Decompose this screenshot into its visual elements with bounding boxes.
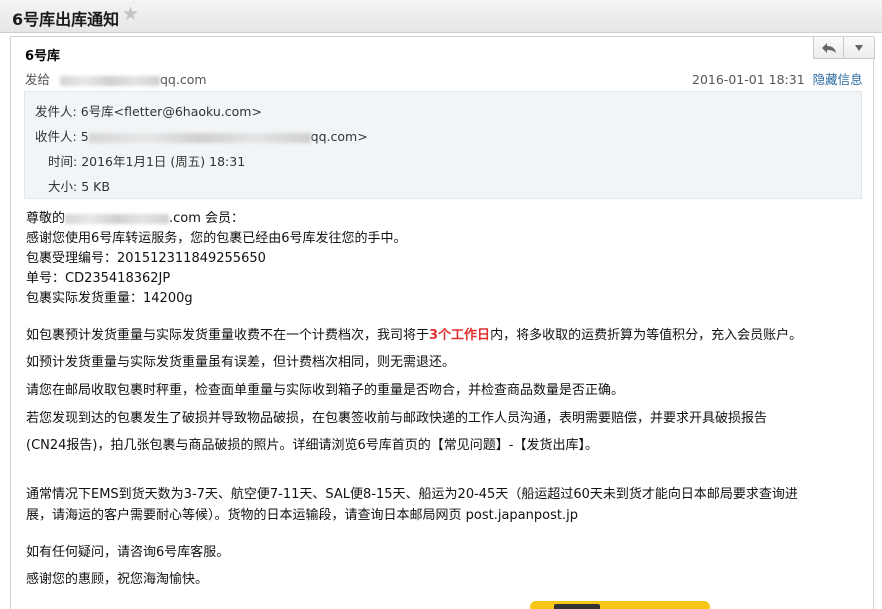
reply-icon <box>821 43 836 53</box>
body-line-2: 包裹受理编号：201512311849255650 <box>26 251 266 266</box>
body-line-4: 包裹实际发货重量：14200g <box>26 291 193 306</box>
from-row: 发件人: 6号库<fletter@6haoku.com> <box>35 101 262 120</box>
greeting: 尊敬的 .com 会员： <box>26 209 244 229</box>
time-label: 时间: <box>48 154 78 169</box>
time-row: 时间: 2016年1月1日 (周五) 18:31 <box>48 151 245 170</box>
banner-image <box>530 601 710 609</box>
mail-card: 6号库 发给 qq.com 2016-01-01 18:31 隐藏信息 发件人:… <box>10 36 875 609</box>
mail-date: 2016-01-01 18:31 <box>692 72 805 87</box>
size-row: 大小: 5 KB <box>48 176 110 195</box>
support-paragraph: 如有任何疑问，请咨询6号库客服。 <box>26 545 230 560</box>
refund-paragraph: 如包裹预计发货重量与实际发货重量收费不在一个计费档次，我司将于3个工作日内，将多… <box>26 326 802 346</box>
refund-text-b: 内，将多收取的运费折算为等值积分，充入会员账户。 <box>490 328 803 343</box>
redacted-recipient <box>88 132 311 143</box>
more-button[interactable] <box>844 37 874 59</box>
date-row: 2016-01-01 18:31 隐藏信息 <box>692 69 863 88</box>
recipient-prefix: 5 <box>80 129 89 144</box>
title-bar: 6号库出库通知 ★ <box>0 0 882 33</box>
hide-info-link[interactable]: 隐藏信息 <box>813 72 863 87</box>
shipping-paragraph-1: 通常情况下EMS到货天数为3-7天、航空便7-11天、SAL便8-15天、船运为… <box>26 487 798 502</box>
banner-image-detail <box>554 604 600 609</box>
from-value[interactable]: 6号库<fletter@6haoku.com> <box>81 104 262 119</box>
redacted-member <box>65 213 170 224</box>
body-line-3: 单号：CD235418362JP <box>26 271 171 286</box>
size-value: 5 KB <box>81 179 110 194</box>
refund-text-a: 如包裹预计发货重量与实际发货重量收费不在一个计费档次，我司将于 <box>26 328 430 343</box>
reply-button[interactable] <box>814 37 844 59</box>
no-refund-paragraph: 如预计发货重量与实际发货重量虽有误差，但计费档次相同，则无需退还。 <box>26 355 456 370</box>
mail-subject: 6号库出库通知 <box>12 10 120 29</box>
star-icon[interactable]: ★ <box>122 5 139 24</box>
from-label: 发件人: <box>35 104 77 119</box>
weigh-paragraph: 请您在邮局收取包裹时秤重，检查面单重量与实际收到箱子的重量是否吻合，并检查商品数… <box>26 383 625 398</box>
refund-highlight: 3个工作日 <box>429 328 491 343</box>
action-group <box>813 37 875 59</box>
to-details-row: 收件人: 5 qq.com> <box>35 126 368 145</box>
recipient-summary: 发给 qq.com <box>25 69 207 88</box>
size-label: 大小: <box>48 179 78 194</box>
recipient-label: 收件人: <box>35 129 77 144</box>
damage-paragraph-2: (CN24报告)，拍几张包裹与商品破损的照片。详细请浏览6号库首页的【常见问题】… <box>26 438 598 453</box>
thanks-paragraph: 感谢您的惠顾，祝您海淘愉快。 <box>26 572 209 587</box>
recipient-suffix: qq.com> <box>310 129 368 144</box>
damage-paragraph-1: 若您发现到达的包裹发生了破损并导致物品破损，在包裹签收前与邮政快递的工作人员沟通… <box>26 411 768 426</box>
sender-name[interactable]: 6号库 <box>25 45 60 64</box>
greeting-prefix: 尊敬的 <box>26 211 66 226</box>
redacted-address <box>60 75 160 86</box>
chevron-down-icon <box>855 45 863 51</box>
header-details: 发件人: 6号库<fletter@6haoku.com> 收件人: 5 qq.co… <box>24 91 862 199</box>
to-suffix: qq.com <box>160 72 207 87</box>
time-value: 2016年1月1日 (周五) 18:31 <box>81 154 246 169</box>
greeting-suffix: .com 会员： <box>169 211 245 226</box>
to-label: 发给 <box>25 72 51 87</box>
shipping-paragraph-2: 展，请海运的客户需要耐心等候）。货物的日本运输段，请查询日本邮局网页 post.… <box>26 508 578 523</box>
body-line-1: 感谢您使用6号库转运服务，您的包裹已经由6号库发往您的手中。 <box>26 231 407 246</box>
